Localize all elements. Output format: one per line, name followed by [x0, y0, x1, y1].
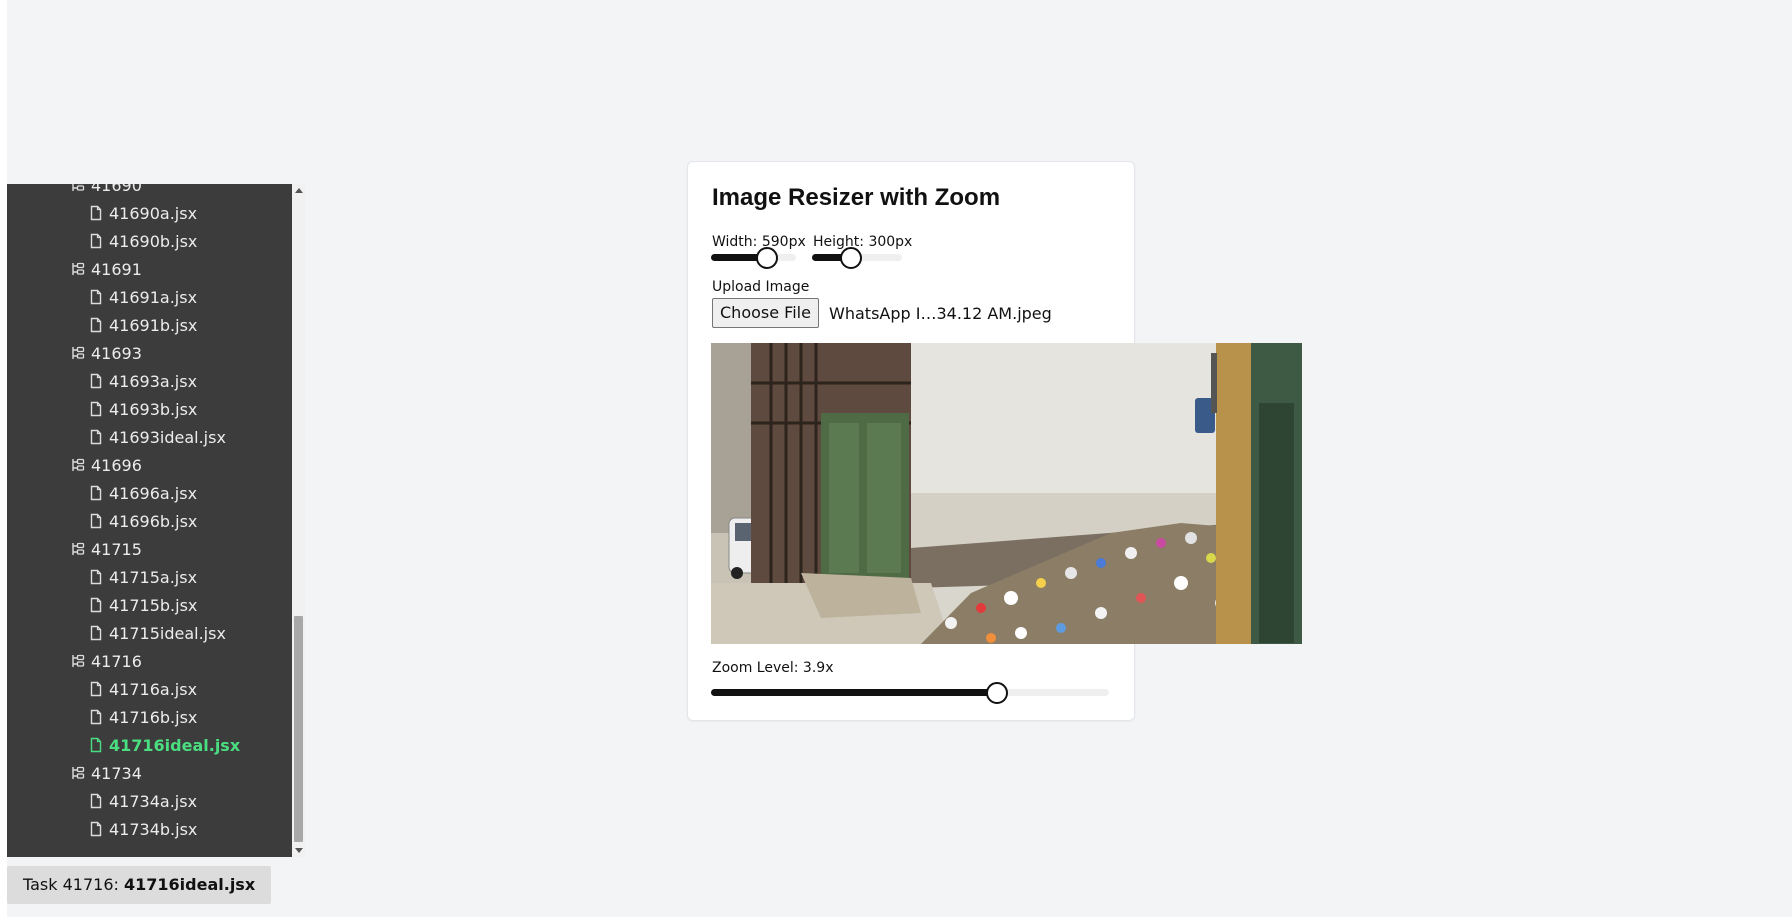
folder-tree-icon — [71, 765, 85, 781]
file-icon — [89, 205, 103, 221]
file-icon — [89, 625, 103, 641]
file-icon — [89, 317, 103, 333]
file-upload-input[interactable]: Choose File WhatsApp I…34.12 AM.jpeg — [712, 298, 1052, 328]
file-icon — [89, 709, 103, 725]
file-icon — [89, 373, 103, 389]
file-icon — [89, 793, 103, 809]
file-icon — [89, 821, 103, 837]
tree-file[interactable]: 41693b.jsx — [7, 396, 292, 424]
file-tree-sidebar[interactable]: 41690 41690a.jsx 41690b.jsx 41691 41691a.jsx… — [7, 184, 292, 857]
tree-file[interactable]: 41715b.jsx — [7, 592, 292, 620]
tree-item-label: 41696b.jsx — [109, 512, 198, 531]
tree-item-label: 41715ideal.jsx — [109, 624, 226, 643]
height-range-slider[interactable] — [812, 245, 902, 269]
tree-file[interactable]: 41696a.jsx — [7, 480, 292, 508]
scroll-up-arrow-icon[interactable] — [295, 188, 303, 193]
folder-tree-icon — [71, 345, 85, 361]
folder-tree-icon — [71, 653, 85, 669]
tree-item-label: 41693b.jsx — [109, 400, 198, 419]
image-preview — [711, 343, 1302, 644]
tree-item-label: 41691a.jsx — [109, 288, 198, 307]
tree-file[interactable]: 41734a.jsx — [7, 788, 292, 816]
slider-fill — [711, 689, 996, 696]
file-icon — [89, 429, 103, 445]
tree-file[interactable]: 41716a.jsx — [7, 676, 292, 704]
file-icon — [89, 681, 103, 697]
tree-item-label: 41715 — [91, 540, 142, 559]
tree-folder[interactable]: 41691 — [7, 256, 292, 284]
tree-folder[interactable]: 41690 — [7, 184, 292, 200]
tree-item-label: 41696 — [91, 456, 142, 475]
tree-item-label: 41734b.jsx — [109, 820, 198, 839]
file-icon — [89, 737, 103, 753]
tree-item-label: 41693ideal.jsx — [109, 428, 226, 447]
upload-label: Upload Image — [712, 279, 810, 295]
selected-file-name: WhatsApp I…34.12 AM.jpeg — [829, 303, 1052, 323]
tree-item-label: 41716ideal.jsx — [109, 736, 241, 755]
tree-file[interactable]: 41716ideal.jsx — [7, 732, 292, 760]
tree-item-label: 41690 — [91, 184, 142, 195]
tree-folder[interactable]: 41734 — [7, 760, 292, 788]
file-icon — [89, 513, 103, 529]
tree-item-label: 41715b.jsx — [109, 596, 198, 615]
folder-tree-icon — [71, 457, 85, 473]
tree-folder[interactable]: 41715 — [7, 536, 292, 564]
tree-item-label: 41693a.jsx — [109, 372, 198, 391]
page-title: Image Resizer with Zoom — [712, 184, 1001, 211]
file-tree: 41690 41690a.jsx 41690b.jsx 41691 41691a.jsx… — [7, 184, 292, 844]
tree-file[interactable]: 41696b.jsx — [7, 508, 292, 536]
choose-file-button[interactable]: Choose File — [712, 298, 819, 328]
tree-item-label: 41696a.jsx — [109, 484, 198, 503]
task-prefix: Task 41716: — [23, 875, 119, 894]
tree-file[interactable]: 41715ideal.jsx — [7, 620, 292, 648]
tree-item-label: 41691 — [91, 260, 142, 279]
tree-item-label: 41690a.jsx — [109, 204, 198, 223]
tree-item-label: 41716 — [91, 652, 142, 671]
zoom-label: Zoom Level: 3.9x — [712, 660, 834, 676]
file-icon — [89, 569, 103, 585]
tree-file[interactable]: 41734b.jsx — [7, 816, 292, 844]
slider-thumb[interactable] — [839, 247, 862, 269]
file-icon — [89, 485, 103, 501]
slider-thumb[interactable] — [756, 247, 779, 269]
task-status-label: Task 41716: 41716ideal.jsx — [7, 866, 272, 904]
tree-item-label: 41690b.jsx — [109, 232, 198, 251]
tree-file[interactable]: 41716b.jsx — [7, 704, 292, 732]
tree-item-label: 41715a.jsx — [109, 568, 198, 587]
folder-tree-icon — [71, 261, 85, 277]
task-file-name: 41716ideal.jsx — [124, 875, 256, 894]
tree-item-label: 41734 — [91, 764, 142, 783]
tree-file[interactable]: 41693a.jsx — [7, 368, 292, 396]
file-icon — [89, 233, 103, 249]
folder-tree-icon — [71, 541, 85, 557]
slider-thumb[interactable] — [985, 682, 1008, 704]
tree-file[interactable]: 41690a.jsx — [7, 200, 292, 228]
zoom-range-slider[interactable] — [711, 680, 1109, 704]
scrollbar-thumb[interactable] — [294, 616, 303, 842]
scroll-down-arrow-icon[interactable] — [295, 848, 303, 853]
tree-item-label: 41691b.jsx — [109, 316, 198, 335]
tree-item-label: 41716b.jsx — [109, 708, 198, 727]
tree-item-label: 41716a.jsx — [109, 680, 198, 699]
tree-item-label: 41734a.jsx — [109, 792, 198, 811]
preview-photo — [711, 343, 1302, 644]
tree-file[interactable]: 41693ideal.jsx — [7, 424, 292, 452]
file-icon — [89, 401, 103, 417]
tree-folder[interactable]: 41716 — [7, 648, 292, 676]
tree-file[interactable]: 41691b.jsx — [7, 312, 292, 340]
left-edge — [0, 0, 7, 917]
file-icon — [89, 597, 103, 613]
tree-item-label: 41693 — [91, 344, 142, 363]
folder-tree-icon — [71, 184, 85, 193]
width-range-slider[interactable] — [711, 245, 796, 269]
tree-file[interactable]: 41690b.jsx — [7, 228, 292, 256]
tree-folder[interactable]: 41693 — [7, 340, 292, 368]
sidebar-scrollbar[interactable] — [292, 184, 305, 857]
tree-folder[interactable]: 41696 — [7, 452, 292, 480]
tree-file[interactable]: 41715a.jsx — [7, 564, 292, 592]
tree-file[interactable]: 41691a.jsx — [7, 284, 292, 312]
file-icon — [89, 289, 103, 305]
